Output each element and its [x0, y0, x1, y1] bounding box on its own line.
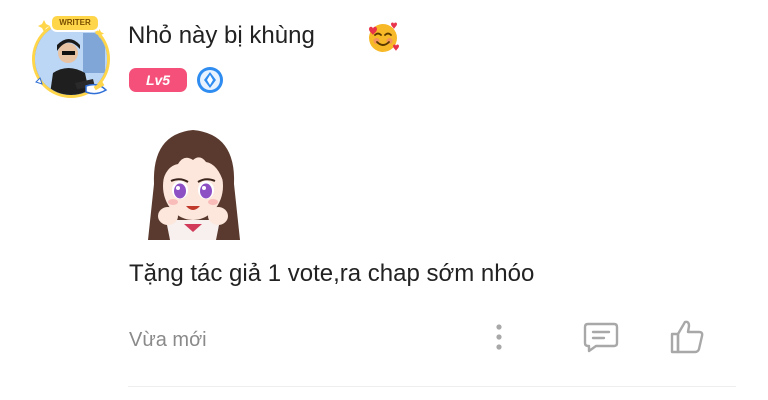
- comment-item: WRITER Nhỏ này bị khùng Lv5 Tặng tác giả…: [0, 0, 768, 400]
- thumbs-up-icon: [670, 320, 704, 354]
- avatar[interactable]: WRITER: [28, 12, 118, 102]
- username[interactable]: Nhỏ này bị khùng: [128, 20, 315, 52]
- reply-button[interactable]: [582, 320, 620, 354]
- anime-girl-sticker: [148, 130, 240, 240]
- comment-icon: [583, 322, 619, 353]
- level-badge: Lv5: [129, 68, 187, 92]
- comment-text: Tặng tác giả 1 vote,ra chap sớm nhóo: [129, 260, 535, 287]
- avatar-decoration: [35, 20, 108, 95]
- timestamp: Vừa mới: [129, 329, 207, 351]
- more-vertical-icon: [496, 324, 502, 350]
- more-options-button[interactable]: [484, 320, 514, 354]
- like-button[interactable]: [668, 318, 706, 356]
- divider: [128, 386, 736, 387]
- blue-diamond-rank-icon: [197, 67, 223, 93]
- smiling-face-with-hearts-icon: [369, 22, 399, 52]
